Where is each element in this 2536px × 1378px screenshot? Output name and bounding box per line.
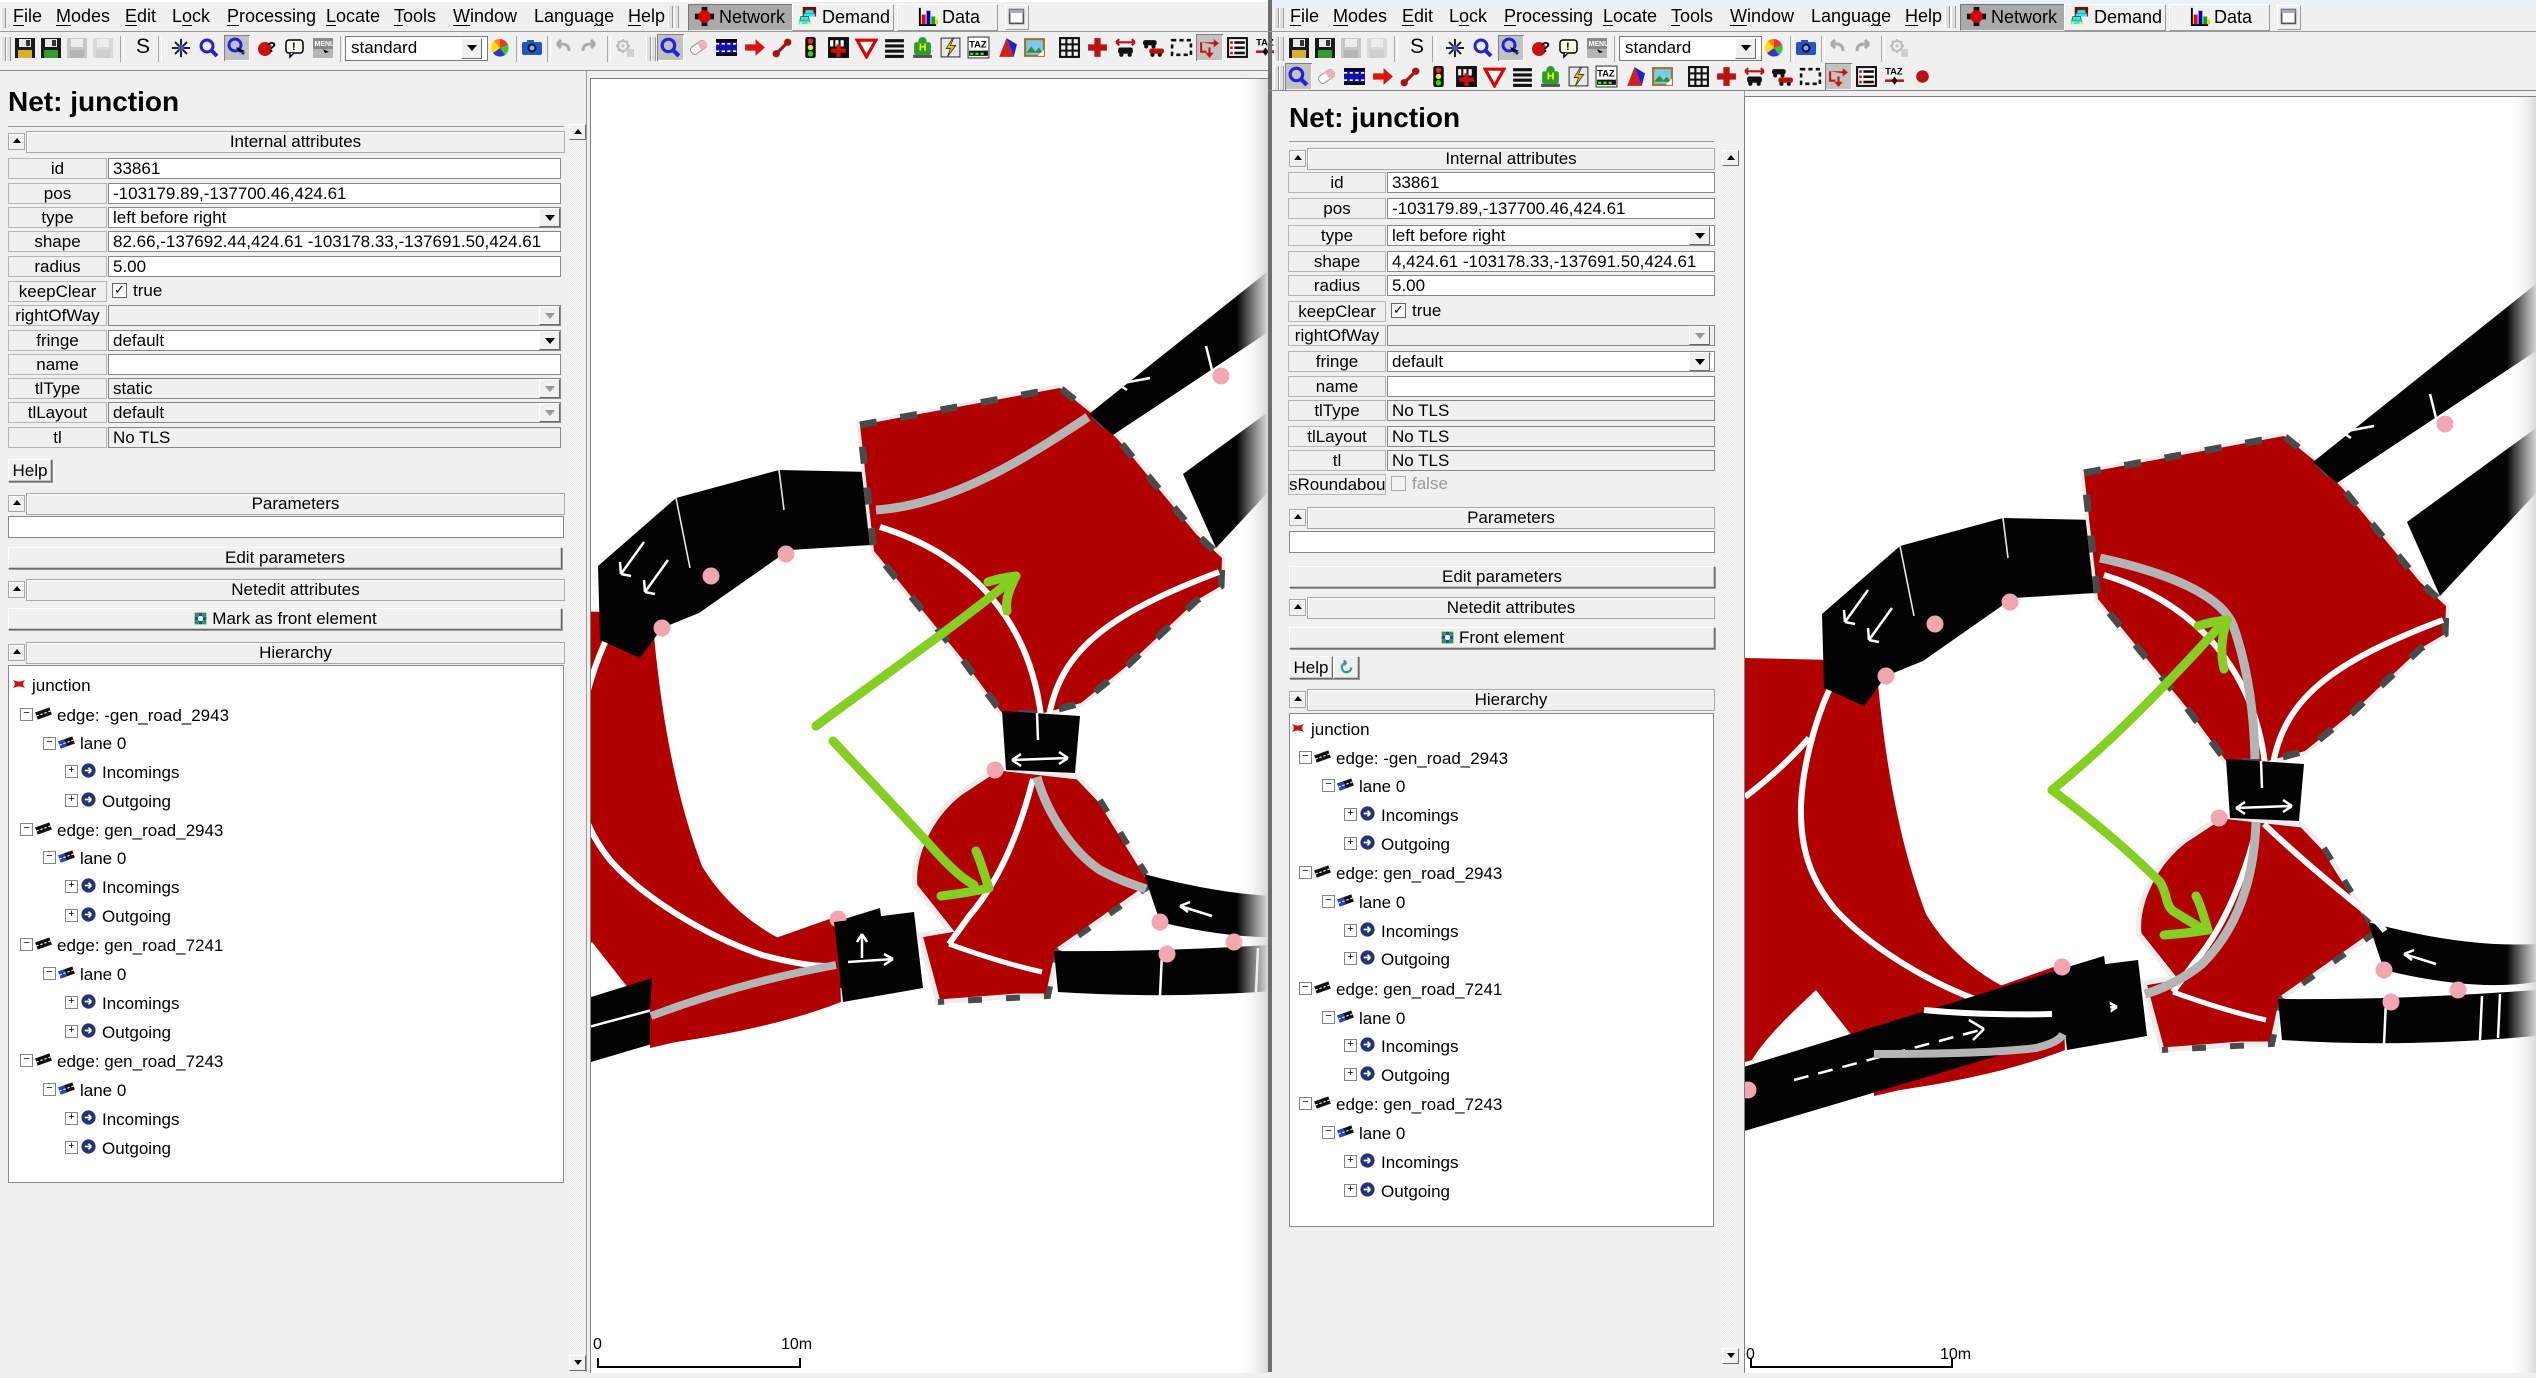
svg-text:10m: 10m [781,1336,812,1353]
svg-text:0: 0 [1746,1346,1755,1363]
svg-text:10m: 10m [1940,1346,1971,1363]
svg-text:0: 0 [593,1336,602,1353]
